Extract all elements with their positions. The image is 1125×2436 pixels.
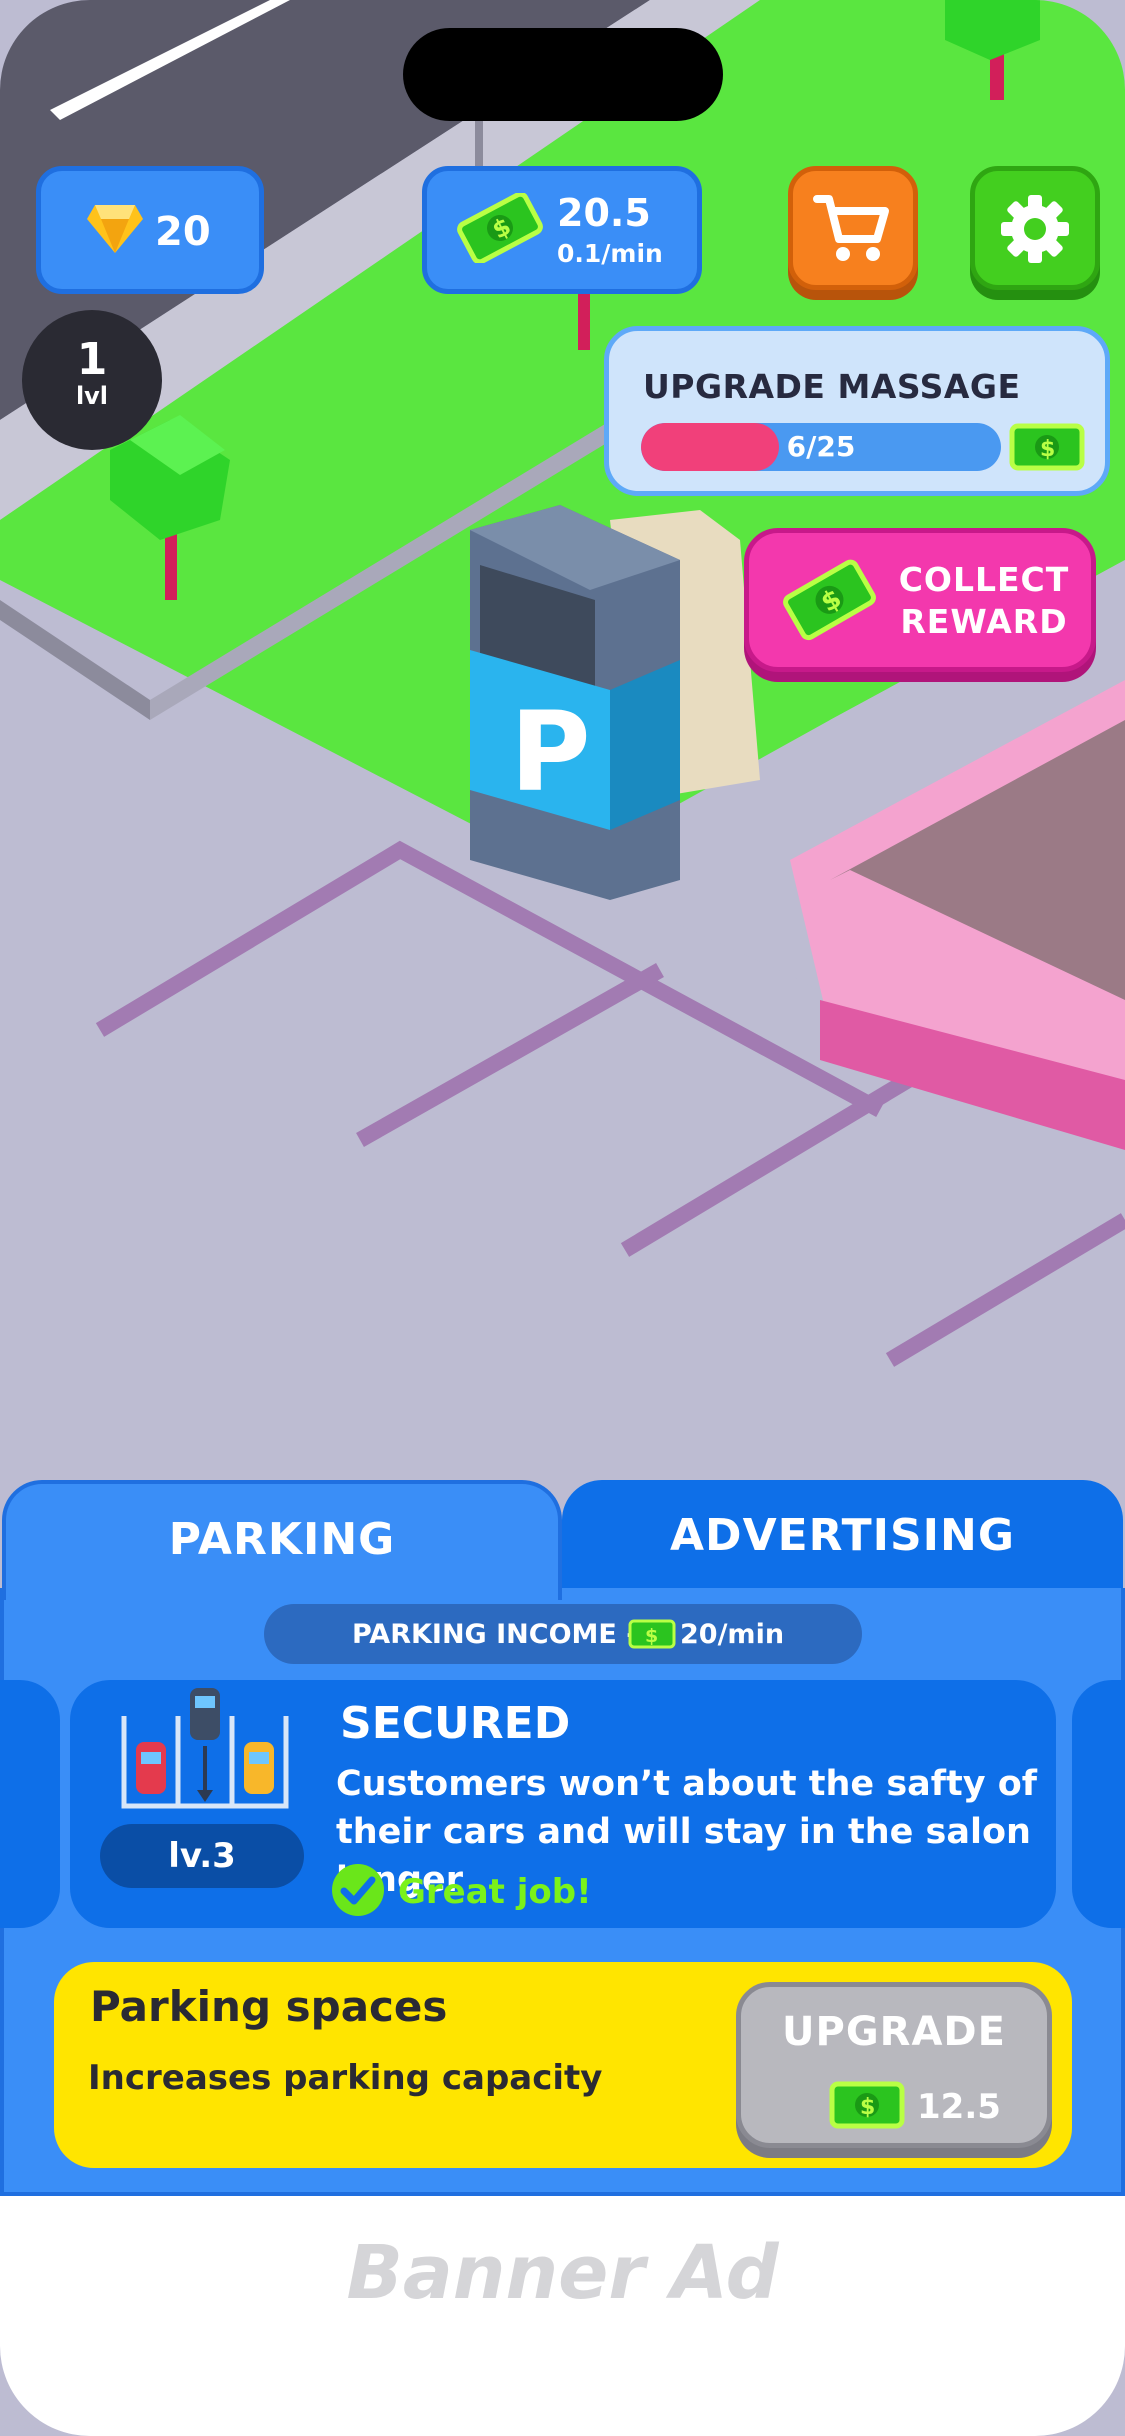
svg-text:$: $ (1040, 437, 1055, 462)
upgrade-progress-text: 6/25 (786, 430, 856, 463)
previous-card-peek[interactable] (0, 1680, 60, 1928)
upgrade-task-card[interactable]: UPGRADE MASSAGE 6/25 $ (604, 326, 1110, 496)
parking-income-bar: PARKING INCOME - $ 20/min (264, 1604, 862, 1664)
svg-text:$: $ (645, 1625, 658, 1647)
camera-notch (403, 28, 723, 121)
next-card-peek[interactable] (1072, 1680, 1125, 1928)
level-label: lvl (75, 382, 109, 410)
cash-icon: $ (829, 2081, 905, 2129)
svg-text:$: $ (860, 2095, 875, 2120)
upgrade-item-title: Parking spaces (90, 1982, 448, 2031)
money-rate: 0.1/min (557, 239, 663, 268)
feature-title: SECURED (340, 1698, 571, 1749)
upgrade-progress-bar: 6/25 (641, 423, 1001, 471)
cash-icon: $ (628, 1619, 676, 1649)
upgrade-button-label: UPGRADE (782, 2009, 1006, 2055)
money-value: 20.5 (557, 191, 651, 235)
upgrade-item-description: Increases parking capacity (88, 2058, 603, 2098)
parking-lot-icon (121, 1688, 289, 1809)
collect-reward-button[interactable]: $ COLLECT REWARD (744, 528, 1096, 672)
gems-value: 20 (155, 209, 211, 255)
cash-icon: $ (1009, 423, 1085, 471)
feature-card-secured: lv.3 SECURED Customers won’t about the s… (70, 1680, 1056, 1928)
income-label: PARKING INCOME - (352, 1619, 638, 1650)
tab-parking[interactable]: PARKING (2, 1480, 562, 1600)
upgrade-price: 12.5 (917, 2087, 1001, 2127)
player-level-badge: 1 lvl (22, 310, 162, 450)
cart-icon (813, 195, 889, 261)
tab-advertising[interactable]: ADVERTISING (562, 1480, 1123, 1600)
banner-ad-label: Banner Ad (346, 2230, 779, 2316)
upgrade-button[interactable]: UPGRADE $ 12.5 (736, 1982, 1052, 2148)
cash-icon: $ (783, 559, 876, 641)
game-screen: P 20 $ 20.5 0.1/min 1 lvl UPGRADE MASSAG… (0, 0, 1125, 2436)
shop-button[interactable] (788, 166, 918, 290)
check-icon (332, 1864, 384, 1916)
income-value: 20/min (680, 1619, 785, 1650)
feature-level-badge: lv.3 (100, 1824, 304, 1888)
gems-counter[interactable]: 20 (36, 166, 264, 294)
feature-status: Great job! (398, 1872, 592, 1912)
level-number: 1 (76, 334, 108, 385)
banner-ad[interactable]: Banner Ad (0, 2196, 1125, 2436)
gem-icon (87, 205, 143, 253)
upgrade-task-title: UPGRADE MASSAGE (643, 367, 1021, 406)
collect-label-line1: COLLECT (898, 560, 1070, 599)
parking-sign-letter: P (510, 688, 591, 816)
collect-label-line2: REWARD (900, 602, 1068, 641)
money-counter[interactable]: $ 20.5 0.1/min (422, 166, 702, 294)
settings-button[interactable] (970, 166, 1100, 290)
cash-icon: $ (457, 193, 543, 263)
gear-icon (1001, 195, 1069, 263)
